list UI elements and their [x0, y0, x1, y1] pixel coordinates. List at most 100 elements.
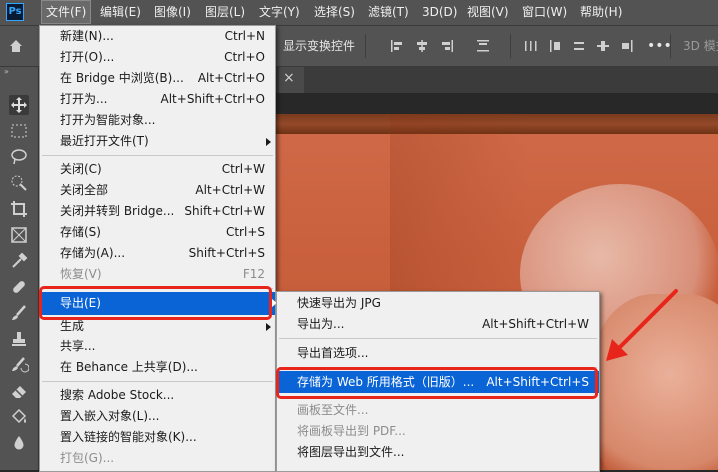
menu-item-shortcut: Alt+Ctrl+W [195, 183, 265, 197]
menu-layer[interactable]: 图层(L) [205, 0, 245, 25]
eraser-tool-icon[interactable] [9, 381, 29, 401]
photoshop-logo: Ps [6, 3, 24, 21]
menu-filter[interactable]: 滤镜(T) [368, 0, 409, 25]
menu-item-open[interactable]: 打开(O)... Ctrl+O [40, 47, 275, 68]
menu-item-label: 共享... [60, 339, 96, 353]
menu-item-export-preferences[interactable]: 导出首选项... [277, 343, 599, 364]
menu-item-place-linked[interactable]: 置入链接的智能对象(K)... [40, 427, 275, 448]
menu-item-artboards-to-pdf: 将画板导出到 PDF... [277, 421, 599, 442]
menu-item-shortcut: Ctrl+W [221, 162, 265, 176]
frame-tool-icon[interactable] [9, 225, 29, 245]
menu-type[interactable]: 文字(Y) [259, 0, 300, 25]
menu-item-layers-to-files[interactable]: 将图层导出到文件... [277, 442, 599, 463]
menu-item-shortcut: Alt+Shift+Ctrl+S [486, 375, 589, 389]
menu-item-shortcut: Ctrl+S [225, 225, 265, 239]
menu-item-export-as[interactable]: 导出为... Alt+Shift+Ctrl+W [277, 314, 599, 335]
menu-item-open-as-smart-object[interactable]: 打开为智能对象... [40, 110, 275, 131]
menu-item-label: 在 Behance 上共享(D)... [60, 360, 198, 374]
menu-item-package: 打包(G)... [40, 448, 275, 469]
menu-edit[interactable]: 编辑(E) [100, 0, 141, 25]
menu-item-label: 打开为智能对象... [60, 113, 156, 127]
menu-item-share[interactable]: 共享... [40, 336, 275, 357]
menu-item-label: 导出首选项... [297, 346, 369, 360]
menu-item-close-all[interactable]: 关闭全部 Alt+Ctrl+W [40, 180, 275, 201]
menu-item-save[interactable]: 存储(S) Ctrl+S [40, 222, 275, 243]
distribute-icon[interactable] [572, 39, 586, 53]
menu-item-label: 生成 [60, 319, 85, 333]
menu-item-label: 新建(N)... [60, 29, 114, 43]
menu-select[interactable]: 选择(S) [314, 0, 355, 25]
blur-tool-icon[interactable] [9, 433, 29, 453]
marquee-tool-icon[interactable] [9, 121, 29, 141]
home-icon[interactable] [8, 38, 24, 54]
align-right-icon[interactable] [440, 39, 454, 53]
menu-item-save-as[interactable]: 存储为(A)... Shift+Ctrl+S [40, 243, 275, 264]
menu-image[interactable]: 图像(I) [154, 0, 191, 25]
menu-item-browse-in-bridge[interactable]: 在 Bridge 中浏览(B)... Alt+Ctrl+O [40, 68, 275, 89]
menu-item-place-embedded[interactable]: 置入嵌入对象(L)... [40, 406, 275, 427]
clone-stamp-tool-icon[interactable] [9, 329, 29, 349]
distribute-icon[interactable] [548, 39, 562, 53]
menu-item-shortcut: Shift+Ctrl+W [184, 204, 265, 218]
menu-item-label: 置入链接的智能对象(K)... [60, 430, 197, 444]
menu-item-generate[interactable]: 生成 [40, 316, 275, 337]
menu-item-open-as[interactable]: 打开为... Alt+Shift+Ctrl+O [40, 89, 275, 110]
menu-item-label: 导出为... [297, 317, 345, 331]
menu-item-shortcut: Shift+Ctrl+S [188, 246, 265, 260]
3d-mode-label[interactable]: 3D 模式 [683, 38, 718, 54]
menu-window[interactable]: 窗口(W) [522, 0, 567, 25]
divider [365, 34, 366, 58]
crop-tool-icon[interactable] [9, 199, 29, 219]
menu-view[interactable]: 视图(V) [467, 0, 509, 25]
lasso-tool-icon[interactable] [9, 147, 29, 167]
menu-item-close-and-go-to-bridge[interactable]: 关闭并转到 Bridge... Shift+Ctrl+W [40, 201, 275, 222]
brush-tool-icon[interactable] [9, 303, 29, 323]
menu-item-label: 画板至文件... [297, 403, 369, 417]
menu-item-save-for-web[interactable]: 存储为 Web 所用格式（旧版）... Alt+Shift+Ctrl+S [277, 371, 599, 393]
menu-item-export[interactable]: 导出(E) [40, 292, 277, 315]
history-brush-tool-icon[interactable] [9, 355, 30, 375]
menu-item-recent-files[interactable]: 最近打开文件(T) [40, 131, 275, 152]
close-tab-icon[interactable]: × [283, 70, 295, 86]
more-options-icon[interactable]: ••• [647, 38, 672, 54]
distribute-icon[interactable] [620, 39, 634, 53]
menu-item-label: 将图层导出到文件... [297, 445, 405, 459]
menu-item-search-adobe-stock[interactable]: 搜索 Adobe Stock... [40, 385, 275, 406]
menu-3d[interactable]: 3D(D) [422, 0, 457, 25]
menu-item-label: 置入嵌入对象(L)... [60, 409, 160, 423]
tools-panel: » [0, 67, 39, 470]
menu-separator [279, 338, 597, 339]
menu-help[interactable]: 帮助(H) [580, 0, 622, 25]
annotation-arrow-icon [606, 289, 678, 361]
align-center-icon[interactable] [415, 39, 429, 53]
menu-item-label: 存储(S) [60, 225, 101, 239]
submenu-arrow-icon [266, 323, 271, 331]
menu-item-share-on-behance[interactable]: 在 Behance 上共享(D)... [40, 357, 275, 378]
align-top-icon[interactable] [476, 39, 490, 53]
healing-brush-tool-icon[interactable] [9, 277, 29, 297]
distribute-icon[interactable] [524, 39, 538, 53]
eyedropper-tool-icon[interactable] [9, 251, 29, 271]
menu-item-label: 快速导出为 JPG [297, 296, 381, 310]
menu-item-label: 打开(O)... [60, 50, 115, 64]
menu-item-shortcut: Ctrl+N [224, 29, 265, 43]
distribute-icon[interactable] [596, 39, 610, 53]
menu-separator [42, 155, 273, 156]
move-tool-icon[interactable] [9, 95, 29, 115]
menu-separator [279, 367, 597, 368]
menu-item-close[interactable]: 关闭(C) Ctrl+W [40, 159, 275, 180]
paint-bucket-tool-icon[interactable] [9, 407, 29, 427]
menu-separator [279, 396, 597, 397]
menu-file[interactable]: 文件(F) [41, 0, 92, 24]
menu-item-label: 存储为 Web 所用格式（旧版）... [297, 375, 475, 389]
align-left-icon[interactable] [390, 39, 404, 53]
quick-select-tool-icon[interactable] [9, 173, 29, 193]
menu-item-label: 打开为... [60, 92, 108, 106]
show-transform-controls-label[interactable]: 显示变换控件 [283, 38, 355, 54]
menu-item-new[interactable]: 新建(N)... Ctrl+N [40, 26, 275, 47]
menu-item-label: 打包(G)... [60, 451, 115, 465]
menu-item-label: 关闭并转到 Bridge... [60, 204, 175, 218]
menu-item-quick-export-jpg[interactable]: 快速导出为 JPG [277, 293, 599, 314]
menu-item-label: 关闭(C) [60, 162, 102, 176]
collapse-icon[interactable]: » [4, 67, 9, 76]
